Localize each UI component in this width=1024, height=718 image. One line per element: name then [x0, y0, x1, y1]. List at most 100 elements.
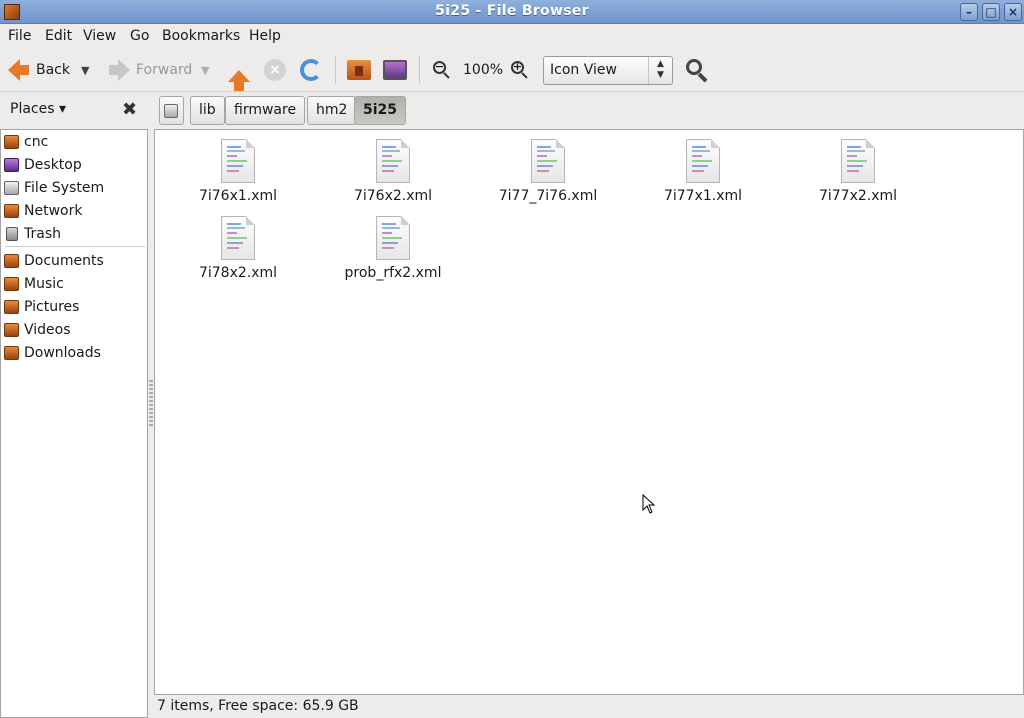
status-text: 7 items, Free space: 65.9 GB — [157, 698, 359, 714]
stop-icon: × — [264, 59, 286, 81]
videos-folder-icon — [4, 323, 19, 337]
sidebar-item-desktop[interactable]: Desktop — [4, 154, 82, 176]
xml-file-icon — [376, 139, 410, 183]
window-title: 5i25 - File Browser — [435, 3, 589, 19]
file-item[interactable]: 7i78x2.xml — [173, 216, 303, 288]
xml-file-icon — [221, 216, 255, 260]
sidebar-item-label: Desktop — [24, 157, 82, 173]
xml-file-icon — [376, 216, 410, 260]
computer-button[interactable] — [383, 56, 407, 84]
menu-view[interactable]: View — [83, 28, 116, 44]
file-item[interactable]: prob_rfx2.xml — [328, 216, 458, 288]
file-name: prob_rfx2.xml — [344, 265, 442, 281]
menu-bar: File Edit View Go Bookmarks Help — [0, 24, 1024, 48]
file-item[interactable]: 7i76x1.xml — [173, 139, 303, 211]
file-name: 7i77_7i76.xml — [498, 188, 598, 204]
reload-icon — [300, 59, 322, 81]
sidebar-item-label: Documents — [24, 253, 104, 269]
home-button[interactable] — [347, 56, 371, 84]
breadcrumb-firmware[interactable]: firmware — [225, 96, 306, 125]
sidebar-item-cnc[interactable]: cnc — [4, 131, 48, 153]
breadcrumb-root[interactable] — [159, 96, 184, 125]
xml-file-icon — [686, 139, 720, 183]
sidebar-divider — [5, 246, 145, 247]
file-name: 7i77x2.xml — [818, 188, 898, 204]
back-button[interactable]: Back — [8, 56, 70, 84]
toolbar: Back ▼ Forward ▼ × − 100% + — [0, 48, 1024, 92]
drive-icon — [4, 181, 19, 195]
breadcrumb-lib[interactable]: lib — [190, 96, 225, 125]
view-mode-select[interactable]: Icon View ▲ ▼ — [543, 56, 673, 85]
file-name: 7i78x2.xml — [198, 265, 278, 281]
trash-icon — [6, 227, 18, 241]
downloads-folder-icon — [4, 346, 19, 360]
zoom-level[interactable]: 100% — [463, 56, 503, 84]
up-arrow-icon — [228, 70, 250, 91]
view-mode-value: Icon View — [550, 62, 617, 78]
places-dropdown[interactable]: Places ▾ — [10, 101, 66, 117]
reload-button[interactable] — [300, 56, 322, 84]
file-name: 7i76x2.xml — [353, 188, 433, 204]
sidebar-item-downloads[interactable]: Downloads — [4, 342, 101, 364]
back-arrow-icon — [8, 59, 29, 81]
file-item[interactable]: 7i77x1.xml — [638, 139, 768, 211]
menu-file[interactable]: File — [8, 28, 31, 44]
sidebar-item-label: Network — [24, 203, 83, 219]
minimize-button[interactable]: – — [960, 3, 978, 21]
close-sidebar-icon[interactable]: ✖ — [122, 99, 137, 120]
zoom-in-icon: + — [511, 60, 529, 79]
chevron-down-icon: ▼ — [201, 63, 210, 77]
sidebar-item-network[interactable]: Network — [4, 200, 82, 222]
sidebar-item-label: cnc — [24, 134, 49, 150]
file-view[interactable]: 7i76x1.xml 7i76x2.xml 7i77_7i76.xml 7i77… — [154, 129, 1024, 695]
spinner-icon: ▲ ▼ — [648, 57, 672, 84]
close-window-button[interactable]: × — [1004, 3, 1022, 21]
file-item[interactable]: 7i77x2.xml — [793, 139, 923, 211]
file-name: 7i77x1.xml — [663, 188, 743, 204]
menu-bookmarks[interactable]: Bookmarks — [162, 28, 240, 44]
search-button[interactable] — [685, 56, 709, 84]
folder-icon — [4, 254, 19, 268]
forward-arrow-icon — [109, 59, 130, 81]
back-history-button[interactable]: ▼ — [81, 56, 89, 84]
sidebar-item-videos[interactable]: Videos — [4, 319, 71, 341]
file-item[interactable]: 7i77_7i76.xml — [483, 139, 613, 211]
sidebar-item-label: File System — [24, 180, 105, 196]
sidebar-item-file-system[interactable]: File System — [4, 177, 104, 199]
title-bar[interactable]: 5i25 - File Browser – □ × — [0, 0, 1024, 24]
sidebar-item-trash[interactable]: Trash — [4, 223, 61, 245]
network-icon — [4, 204, 19, 218]
sidebar-item-pictures[interactable]: Pictures — [4, 296, 79, 318]
file-item[interactable]: 7i76x2.xml — [328, 139, 458, 211]
music-folder-icon — [4, 277, 19, 291]
back-label: Back — [36, 62, 70, 78]
xml-file-icon — [221, 139, 255, 183]
menu-go[interactable]: Go — [130, 28, 149, 44]
chevron-down-icon: ▼ — [81, 63, 90, 77]
breadcrumb-5i25[interactable]: 5i25 — [354, 96, 407, 125]
maximize-button[interactable]: □ — [982, 3, 1000, 21]
sidebar-item-label: Videos — [24, 322, 71, 338]
forward-button[interactable]: Forward — [108, 56, 192, 84]
toolbar-separator — [335, 56, 336, 84]
breadcrumb-hm2[interactable]: hm2 — [307, 96, 357, 125]
xml-file-icon — [841, 139, 875, 183]
forward-history-button[interactable]: ▼ — [201, 56, 209, 84]
sidebar-item-music[interactable]: Music — [4, 273, 64, 295]
forward-label: Forward — [136, 62, 193, 78]
status-bar: 7 items, Free space: 65.9 GB — [154, 695, 1024, 718]
menu-help[interactable]: Help — [249, 28, 281, 44]
pane-resize-handle[interactable] — [149, 380, 153, 428]
sidebar: cnc Desktop File System Network Trash Do… — [0, 129, 148, 718]
zoom-out-button[interactable]: − — [433, 56, 451, 84]
pictures-folder-icon — [4, 300, 19, 314]
menu-edit[interactable]: Edit — [45, 28, 72, 44]
zoom-in-button[interactable]: + — [511, 56, 529, 84]
up-button[interactable] — [228, 62, 250, 91]
computer-icon — [383, 60, 407, 80]
sidebar-item-label: Pictures — [24, 299, 80, 315]
stop-button[interactable]: × — [264, 56, 286, 84]
sidebar-item-documents[interactable]: Documents — [4, 250, 104, 272]
home-folder-icon — [347, 60, 371, 80]
places-header: Places ▾ ✖ — [0, 93, 148, 127]
